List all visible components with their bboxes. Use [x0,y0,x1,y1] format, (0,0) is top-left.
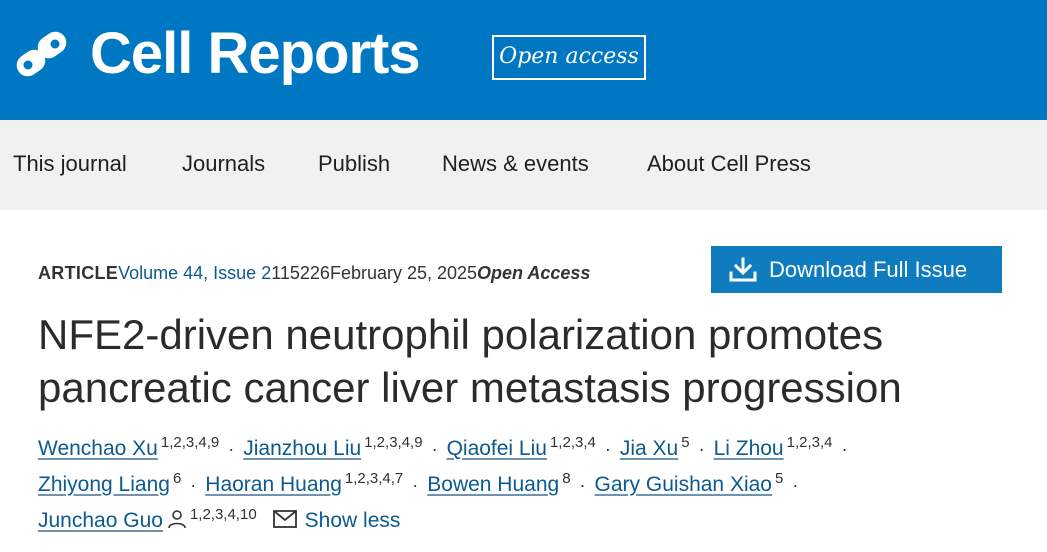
nav-item-this-journal[interactable]: This journal [13,150,127,178]
author-separator: · [190,475,197,495]
download-full-issue-button[interactable]: Download Full Issue [711,246,1002,293]
open-access-badge: Open access [492,35,646,80]
author-affiliations: 5 [681,434,690,451]
article-number: 115226 [271,263,330,283]
download-icon [729,257,757,282]
envelope-icon[interactable] [272,510,297,528]
author-name[interactable]: Bowen Huang [427,473,559,496]
author-affiliations: 1,2,3,4,9 [364,434,423,451]
author-separator: · [579,475,586,495]
author-name[interactable]: Jianzhou Liu [243,437,361,460]
journal-logo-text[interactable]: Cell Reports [90,16,421,92]
author-affiliations: 1,2,3,4 [786,434,833,451]
author-affiliations: 5 [774,470,784,487]
author-line-2: Zhiyong Liang 6 · Haoran Huang 1,2,3,4,7 · Bow… [38,470,807,497]
publication-date: February 25, 2025 [329,263,478,283]
author-name[interactable]: Wenchao Xu [38,437,158,460]
download-button-label: Download Full Issue [769,257,968,282]
author-name[interactable]: Junchao Guo [38,509,163,532]
person-icon [168,510,186,529]
author-separator: · [431,439,438,459]
author-name[interactable]: Zhiyong Liang [38,473,170,496]
author-separator: · [792,475,799,495]
show-less-toggle[interactable]: Show less [305,509,401,532]
author-affiliations: 1,2,3,4,9 [160,434,220,451]
volume-issue-link[interactable]: Volume 44, Issue 2 [118,263,271,283]
nav-item-about-cell-press[interactable]: About Cell Press [647,150,811,178]
author-separator: · [698,439,705,459]
article-title: NFE2-driven neutrophil polarization prom… [38,311,902,411]
author-affiliations: 6 [172,470,182,487]
nav-item-news-events[interactable]: News & events [442,150,589,178]
main-nav: This journal Journals Publish News & eve… [0,120,1047,210]
nav-item-publish[interactable]: Publish [318,150,390,178]
open-access-label: Open Access [477,263,591,283]
author-affiliations: 8 [562,470,571,487]
author-name[interactable]: Li Zhou [714,437,784,460]
article-meta: ARTICLEVolume 44, Issue 2115226February … [38,261,590,285]
article-type: ARTICLE [38,263,119,283]
author-separator: · [412,475,419,495]
author-line-1: Wenchao Xu 1,2,3,4,9 · Jianzhou Liu 1,2,3,4,… [38,434,856,461]
author-line-3: Junchao Guo 1,2,3,4,10 Show less [38,506,400,533]
cell-press-logo-icon[interactable] [13,25,73,85]
site-header: Cell Reports Open access [0,0,1047,120]
author-affiliations: 1,2,3,4,10 [189,506,257,523]
author-affiliations: 1,2,3,4,7 [344,470,404,487]
author-separator: · [841,439,848,459]
author-separator: · [604,439,611,459]
author-name[interactable]: Jia Xu [620,437,678,460]
author-name[interactable]: Gary Guishan Xiao [595,473,772,496]
author-separator: · [228,439,235,459]
author-affiliations: 1,2,3,4 [549,434,596,451]
author-name[interactable]: Haoran Huang [205,473,342,496]
author-name[interactable]: Qiaofei Liu [447,437,547,460]
nav-item-journals[interactable]: Journals [182,150,265,178]
